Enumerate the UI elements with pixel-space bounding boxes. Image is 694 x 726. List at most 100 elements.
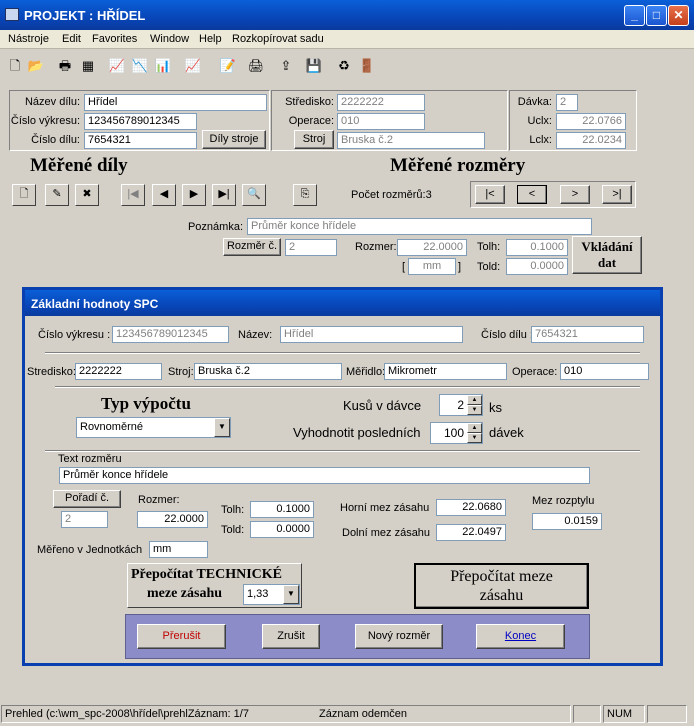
menu-favorites[interactable]: Favorites bbox=[92, 33, 137, 45]
first-record-icon[interactable]: |◀ bbox=[121, 184, 145, 206]
minimize-button[interactable]: _ bbox=[624, 5, 645, 26]
table-icon[interactable]: ▦ bbox=[78, 57, 98, 77]
dlg-stredisko-label: Stredisko: bbox=[27, 366, 76, 378]
spin-icon[interactable]: ▲ ▼ bbox=[467, 423, 482, 443]
cislo-vykresu-field[interactable]: 123456789012345 bbox=[84, 113, 197, 130]
prepocitat-tech-line2[interactable]: meze zásahu bbox=[147, 586, 222, 602]
prev-record-icon[interactable]: ◀ bbox=[152, 184, 176, 206]
status-main: Prehled (c:\wm_spc-2008\hřídel\prehlZázn… bbox=[1, 705, 571, 723]
poznamka-field: Průměr konce hřídele bbox=[247, 218, 592, 235]
open-folder-icon[interactable]: 📂 bbox=[26, 57, 46, 77]
zrusit-button[interactable]: Zrušit bbox=[262, 624, 320, 649]
koef-select[interactable]: 1,33 ▼ bbox=[243, 584, 300, 605]
spin-icon[interactable]: ▲ ▼ bbox=[467, 395, 482, 415]
new-record-icon[interactable]: 🗋 bbox=[12, 184, 36, 206]
dlg-cislo-vykresu-label: Číslo výkresu : bbox=[38, 329, 111, 341]
app-icon bbox=[5, 8, 19, 21]
dlg-operace-field[interactable]: 010 bbox=[560, 363, 649, 380]
kusu-spinner[interactable]: 2 ▲ ▼ bbox=[439, 394, 483, 416]
prepocitat-tech-line1[interactable]: Přepočítat TECHNICKÉ bbox=[131, 567, 282, 583]
unit-field: mm bbox=[408, 258, 456, 275]
ks-label: ks bbox=[489, 400, 502, 415]
dlg-told-label: Told: bbox=[221, 524, 245, 536]
dim-next-button[interactable]: > bbox=[560, 185, 590, 204]
tolh-label: Tolh: bbox=[477, 241, 501, 253]
prepocitat-meze-line2: zásahu bbox=[479, 587, 524, 604]
print-icon[interactable]: 🖶 bbox=[55, 57, 75, 77]
uclx-field: 22.0766 bbox=[556, 113, 626, 130]
dlg-rozmer-field[interactable]: 22.0000 bbox=[137, 511, 208, 528]
prerusit-button[interactable]: Přerušit bbox=[137, 624, 226, 649]
title-bar: PROJEKT : HŘÍDEL _ □ ✕ bbox=[0, 0, 694, 30]
text-rozmeru-field[interactable]: Průměr konce hřídele bbox=[59, 467, 590, 484]
lclx-field: 22.0234 bbox=[556, 132, 626, 149]
novy-rozmer-button[interactable]: Nový rozměr bbox=[355, 624, 443, 649]
dlg-stroj-field[interactable]: Bruska č.2 bbox=[194, 363, 342, 380]
maximize-button[interactable]: □ bbox=[646, 5, 667, 26]
kusu-label: Kusů v dávce bbox=[343, 398, 422, 413]
chart2-icon[interactable]: 📉 bbox=[130, 57, 150, 77]
pocet-rozmeru-label: Počet rozměrů:3 bbox=[351, 189, 432, 201]
menu-nastroje[interactable]: Nástroje bbox=[8, 33, 49, 45]
close-button[interactable]: ✕ bbox=[668, 5, 689, 26]
nazev-dilu-field[interactable]: Hřídel bbox=[84, 94, 267, 111]
rozmer-c-button[interactable]: Rozměr č. bbox=[223, 238, 281, 256]
poradi-button[interactable]: Pořadí č. bbox=[53, 490, 121, 508]
typ-vypoctu-select[interactable]: Rovnoměrné ▼ bbox=[76, 417, 231, 438]
davka-field: 2 bbox=[556, 94, 578, 111]
told-field: 0.0000 bbox=[506, 258, 568, 275]
dim-last-button[interactable]: >| bbox=[602, 185, 632, 204]
dim-first-button[interactable]: |< bbox=[475, 185, 505, 204]
separator bbox=[45, 352, 640, 354]
measured-parts-title: Měřené díly bbox=[30, 155, 128, 176]
vkladani-dat-button[interactable]: Vkládání dat bbox=[572, 236, 642, 274]
horni-mez-label: Horní mez zásahu bbox=[340, 502, 430, 514]
copy-record-icon[interactable]: ⎘ bbox=[293, 184, 317, 206]
menu-edit[interactable]: Edit bbox=[62, 33, 81, 45]
chevron-down-icon[interactable]: ▼ bbox=[214, 418, 230, 437]
chart4-icon[interactable]: 📈 bbox=[183, 57, 203, 77]
dlg-stredisko-field[interactable]: 2222222 bbox=[75, 363, 162, 380]
export-icon[interactable]: ⇪ bbox=[276, 57, 296, 77]
konec-button[interactable]: Konec bbox=[476, 624, 565, 649]
dlg-nazev-field: Hřídel bbox=[280, 326, 463, 343]
next-record-icon[interactable]: ▶ bbox=[182, 184, 206, 206]
dim-prev-button[interactable]: < bbox=[517, 185, 547, 204]
dlg-cislo-dilu-field: 7654321 bbox=[531, 326, 644, 343]
prepocitat-meze-button[interactable]: Přepočítat meze zásahu bbox=[414, 563, 589, 609]
last-record-icon[interactable]: ▶| bbox=[212, 184, 236, 206]
dlg-tolh-field[interactable]: 0.1000 bbox=[250, 501, 314, 518]
save-icon[interactable]: 💾 bbox=[304, 57, 324, 77]
horni-mez-field[interactable]: 22.0680 bbox=[436, 499, 506, 516]
dlg-told-field[interactable]: 0.0000 bbox=[250, 521, 314, 538]
exit-door-icon[interactable]: 🚪 bbox=[357, 57, 377, 77]
menu-window[interactable]: Window bbox=[150, 33, 189, 45]
printer2-icon[interactable]: 🖨 bbox=[246, 57, 266, 77]
dlg-nazev-label: Název: bbox=[238, 329, 273, 341]
notes-icon[interactable]: 📝 bbox=[218, 57, 238, 77]
text-rozmeru-label: Text rozměru bbox=[58, 453, 122, 465]
tolh-field: 0.1000 bbox=[506, 239, 568, 256]
mez-rozptylu-field[interactable]: 0.0159 bbox=[532, 513, 602, 530]
edit-record-icon[interactable]: ✎ bbox=[45, 184, 69, 206]
status-odemcen: Záznam odemčen bbox=[319, 708, 408, 720]
dily-stroje-button[interactable]: Díly stroje bbox=[202, 130, 266, 149]
vyhodnotit-spinner[interactable]: 100 ▲ ▼ bbox=[430, 422, 483, 444]
cislo-dilu-field[interactable]: 7654321 bbox=[84, 132, 197, 149]
recycle-icon[interactable]: ♻ bbox=[334, 57, 354, 77]
chevron-down-icon[interactable]: ▼ bbox=[283, 585, 299, 604]
find-record-icon[interactable]: 🔍 bbox=[242, 184, 266, 206]
new-icon[interactable]: 🗋 bbox=[5, 57, 25, 77]
mereno-field[interactable]: mm bbox=[149, 541, 208, 558]
dlg-meridlo-field[interactable]: Mikrometr bbox=[384, 363, 507, 380]
mereno-label: Měřeno v Jednotkách bbox=[37, 544, 143, 556]
cislo-dilu-label: Číslo dílu: bbox=[31, 134, 80, 146]
menu-help[interactable]: Help bbox=[199, 33, 222, 45]
chart3-icon[interactable]: 📊 bbox=[153, 57, 173, 77]
chart-icon[interactable]: 📈 bbox=[107, 57, 127, 77]
dolni-mez-field[interactable]: 22.0497 bbox=[436, 524, 506, 541]
menu-rozkopirovat[interactable]: Rozkopírovat sadu bbox=[232, 33, 324, 45]
nazev-dilu-label: Název dílu: bbox=[24, 96, 80, 108]
delete-record-icon[interactable]: ✖ bbox=[75, 184, 99, 206]
stroj-button[interactable]: Stroj bbox=[294, 130, 334, 149]
